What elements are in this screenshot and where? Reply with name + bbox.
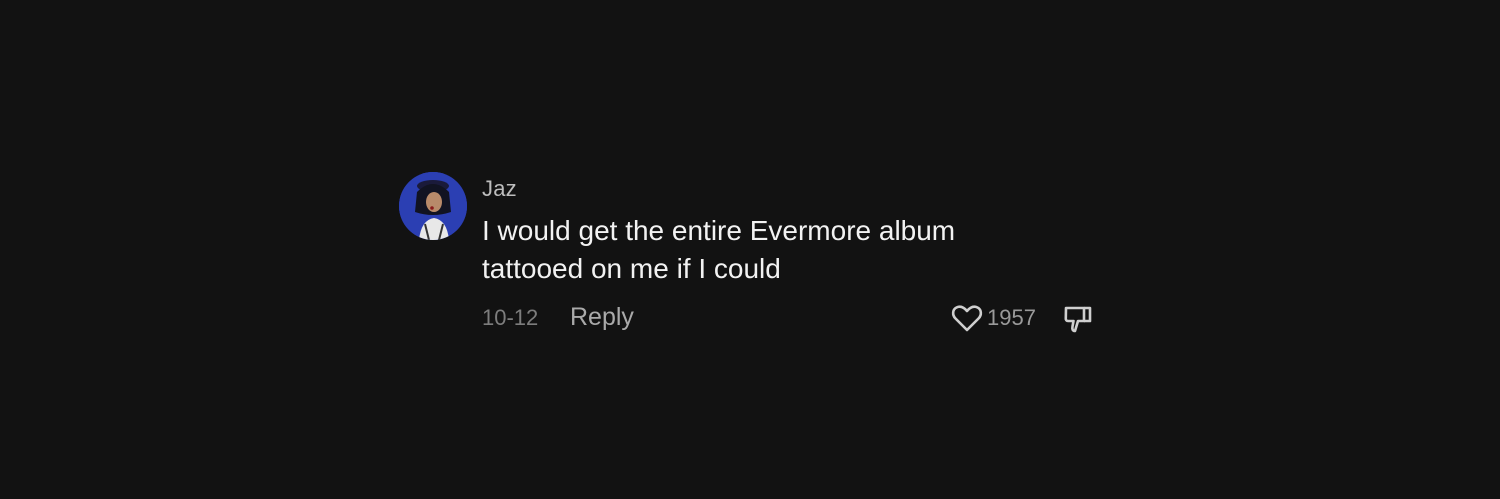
comment-date: 10-12 — [482, 305, 539, 330]
avatar-image — [399, 172, 467, 240]
comment-text: I would get the entire Evermore album ta… — [482, 212, 1042, 288]
like-button[interactable]: 1957 — [951, 303, 1036, 333]
heart-icon — [951, 305, 983, 332]
comment-text-line-1: I would get the entire Evermore album — [482, 215, 956, 246]
reply-button[interactable]: Reply — [570, 303, 634, 332]
like-count: 1957 — [987, 305, 1036, 330]
comment-text-line-2: tattooed on me if I could — [482, 253, 781, 284]
dislike-button[interactable] — [1062, 303, 1094, 335]
username[interactable]: Jaz — [482, 176, 517, 202]
thumbs-down-icon — [1064, 306, 1092, 333]
avatar[interactable] — [399, 172, 467, 240]
comment-item: Jaz I would get the entire Evermore albu… — [399, 170, 1099, 340]
comment-actions: 10-12 Reply 1957 — [482, 303, 1102, 333]
